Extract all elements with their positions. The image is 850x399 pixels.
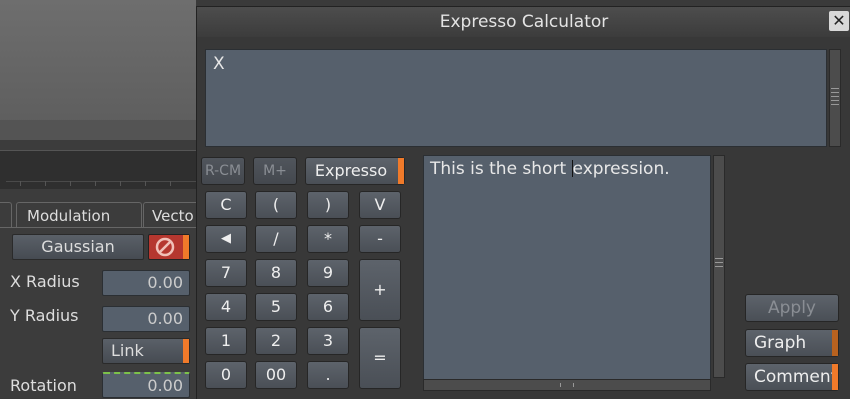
ruler-tick — [145, 181, 146, 186]
x-radius-label: X Radius — [10, 272, 80, 291]
calculator-display[interactable]: X — [205, 49, 827, 147]
close-paren-button[interactable]: ) — [307, 191, 349, 219]
tab-modulation[interactable]: Modulation — [16, 202, 142, 228]
digit-3-button[interactable]: 3 — [307, 327, 349, 355]
decimal-button[interactable]: . — [307, 361, 349, 389]
tab-bar: Modulation Vecto — [0, 202, 203, 228]
clear-button[interactable]: C — [205, 191, 247, 219]
toggle-indicator — [832, 330, 838, 356]
viewer-area — [0, 0, 196, 140]
scroll-grip — [831, 88, 839, 89]
double-zero-button[interactable]: 00 — [255, 361, 297, 389]
multiply-button[interactable]: * — [307, 225, 349, 253]
expression-text-after: expression. — [572, 159, 670, 179]
expresso-button[interactable]: Expresso — [305, 157, 405, 185]
expression-editor[interactable]: This is the short expression. — [423, 155, 711, 380]
scroll-grip — [831, 100, 839, 101]
scroll-grip — [831, 96, 839, 97]
toggle-indicator — [183, 339, 189, 363]
editor-horizontal-scrollbar[interactable] — [423, 379, 711, 391]
comment-label: Comment — [754, 367, 838, 387]
expresso-calculator-dialog: Expresso Calculator ✕ X R-CM M+ Expresso… — [196, 6, 850, 399]
digit-5-button[interactable]: 5 — [255, 293, 297, 321]
digit-7-button[interactable]: 7 — [205, 259, 247, 287]
toggle-indicator — [832, 364, 838, 390]
tab-vector[interactable]: Vecto — [143, 202, 203, 228]
rotation-label: Rotation — [10, 376, 77, 395]
toggle-indicator — [398, 158, 404, 184]
scroll-grip — [831, 92, 839, 93]
scroll-grip — [715, 258, 723, 259]
tab-previous[interactable] — [0, 202, 12, 228]
dialog-title: Expresso Calculator — [439, 12, 609, 32]
timeline-ruler[interactable] — [0, 150, 196, 189]
minus-button[interactable]: - — [359, 225, 401, 253]
y-radius-field[interactable]: 0.00 — [102, 306, 190, 332]
backspace-button[interactable]: ◀ — [205, 225, 247, 253]
ruler-tick — [20, 181, 21, 186]
y-radius-label: Y Radius — [10, 306, 79, 325]
link-button[interactable]: Link — [102, 338, 190, 364]
toggle-indicator — [183, 235, 189, 259]
display-scrollbar[interactable] — [829, 49, 841, 147]
ruler-tick — [170, 181, 171, 186]
ruler-line — [6, 181, 196, 182]
ruler-tick — [45, 181, 46, 186]
close-button[interactable]: ✕ — [829, 11, 849, 31]
ruler-tick — [120, 181, 121, 186]
prohibited-icon — [155, 237, 175, 257]
disable-button[interactable] — [148, 234, 190, 260]
scroll-grip — [715, 266, 723, 267]
graph-label: Graph — [754, 333, 807, 353]
close-icon: ✕ — [832, 11, 846, 30]
title-bar[interactable]: Expresso Calculator ✕ — [197, 7, 850, 37]
recall-clear-memory-button[interactable]: R-CM — [201, 157, 245, 185]
divide-button[interactable]: / — [255, 225, 297, 253]
equals-button[interactable]: = — [359, 327, 401, 389]
viewer-strip — [0, 120, 196, 140]
open-paren-button[interactable]: ( — [255, 191, 297, 219]
rotation-field[interactable]: 0.00 — [102, 372, 190, 398]
v-button[interactable]: V — [359, 191, 401, 219]
ruler-tick — [95, 181, 96, 186]
digit-4-button[interactable]: 4 — [205, 293, 247, 321]
editor-vertical-scrollbar[interactable] — [713, 155, 725, 378]
digit-0-button[interactable]: 0 — [205, 361, 247, 389]
expresso-label: Expresso — [314, 161, 388, 180]
apply-button[interactable]: Apply — [745, 294, 839, 322]
digit-1-button[interactable]: 1 — [205, 327, 247, 355]
digit-9-button[interactable]: 9 — [307, 259, 349, 287]
tab-divider — [0, 227, 196, 228]
digit-8-button[interactable]: 8 — [255, 259, 297, 287]
ruler-tick — [70, 181, 71, 186]
x-radius-field[interactable]: 0.00 — [102, 270, 190, 296]
expression-text-before: This is the short — [430, 159, 572, 179]
digit-2-button[interactable]: 2 — [255, 327, 297, 355]
scroll-grip — [560, 383, 574, 387]
scroll-grip — [715, 262, 723, 263]
comment-button[interactable]: Comment — [745, 363, 839, 391]
graph-button[interactable]: Graph — [745, 329, 839, 357]
link-label: Link — [111, 341, 144, 360]
backspace-icon: ◀ — [221, 231, 231, 246]
memory-add-button[interactable]: M+ — [253, 157, 297, 185]
plus-button[interactable]: + — [359, 259, 401, 321]
scroll-grip — [831, 104, 839, 105]
digit-6-button[interactable]: 6 — [307, 293, 349, 321]
gaussian-button[interactable]: Gaussian — [12, 234, 144, 260]
